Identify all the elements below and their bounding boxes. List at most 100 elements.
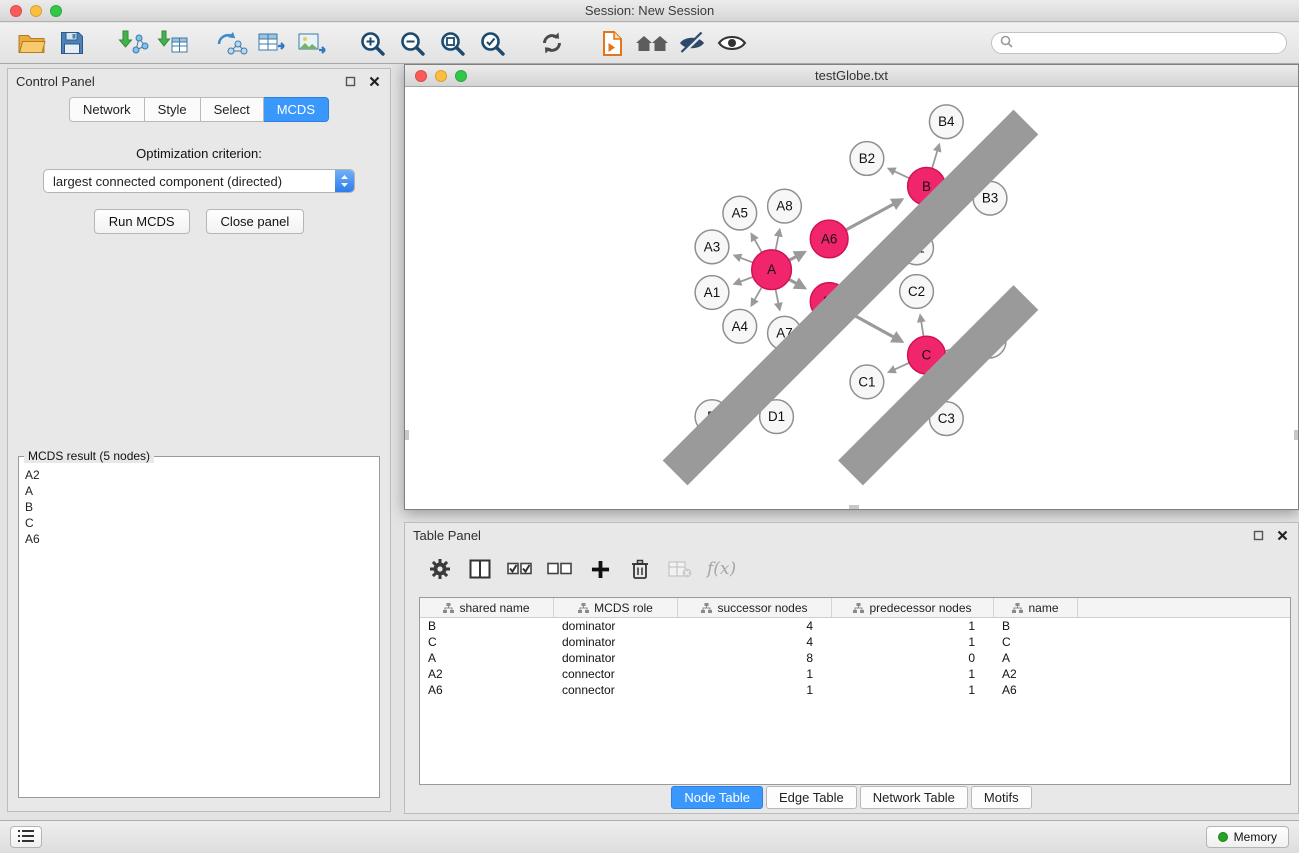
table-row[interactable]: Adominator80A [420, 650, 1290, 666]
open-session-button[interactable] [12, 26, 52, 60]
network-canvas[interactable]: AA6A2BCA5A8A3A1A4A7B2B4B3B1C2C4C1C3DD1 [405, 88, 1298, 509]
tab-select[interactable]: Select [201, 97, 264, 122]
table-cell[interactable]: B [420, 619, 554, 633]
close-panel-icon[interactable] [366, 73, 382, 89]
table-cell[interactable]: 4 [678, 619, 832, 633]
memory-button[interactable]: Memory [1206, 826, 1289, 848]
table-cell[interactable]: dominator [554, 635, 678, 649]
table-cell[interactable]: 4 [678, 635, 832, 649]
main-titlebar: Session: New Session [0, 0, 1299, 22]
import-network-from-file-button[interactable] [112, 26, 152, 60]
column-header-predecessor-nodes[interactable]: predecessor nodes [832, 598, 994, 617]
resize-grip-icon[interactable] [405, 88, 1297, 508]
close-table-panel-icon[interactable] [1274, 527, 1290, 543]
table-cell[interactable]: 1 [678, 667, 832, 681]
float-panel-icon[interactable] [342, 73, 358, 89]
task-history-button[interactable] [10, 826, 42, 848]
column-header-MCDS-role[interactable]: MCDS role [554, 598, 678, 617]
table-cell[interactable]: A [420, 651, 554, 665]
zoom-window-button[interactable] [50, 5, 62, 17]
tab-style[interactable]: Style [145, 97, 201, 122]
table-cell[interactable]: A2 [420, 667, 554, 681]
table-cell[interactable]: A6 [420, 683, 554, 697]
table-cell[interactable]: C [994, 635, 1078, 649]
zoom-selected-button[interactable] [472, 26, 512, 60]
table-cell[interactable]: A [994, 651, 1078, 665]
tab-network[interactable]: Network [69, 97, 145, 122]
table-cell[interactable]: dominator [554, 651, 678, 665]
memory-status-icon [1218, 832, 1228, 842]
criterion-dropdown[interactable]: largest connected component (directed) [43, 169, 355, 193]
table-row[interactable]: A2connector11A2 [420, 666, 1290, 682]
table-panel-title: Table Panel [413, 528, 481, 543]
settings-gear-icon[interactable] [427, 556, 453, 582]
save-session-button[interactable] [52, 26, 92, 60]
tab-motifs[interactable]: Motifs [971, 786, 1032, 809]
column-type-icon [701, 603, 712, 613]
table-cell[interactable]: 8 [678, 651, 832, 665]
show-columns-icon[interactable] [467, 556, 493, 582]
optimization-criterion-label: Optimization criterion: [8, 146, 390, 161]
zoom-in-button[interactable] [352, 26, 392, 60]
export-network-button[interactable] [212, 26, 252, 60]
mcds-result-item[interactable]: A [25, 483, 373, 499]
column-type-icon [853, 603, 864, 613]
close-window-button[interactable] [10, 5, 22, 17]
network-zoom-button[interactable] [455, 70, 467, 82]
status-bar: Memory [0, 820, 1299, 853]
search-icon [1000, 35, 1013, 51]
column-header-shared-name[interactable]: shared name [420, 598, 554, 617]
add-row-icon[interactable] [587, 556, 613, 582]
table-cell[interactable]: A6 [994, 683, 1078, 697]
zoom-fit-button[interactable] [432, 26, 472, 60]
table-row[interactable]: Cdominator41C [420, 634, 1290, 650]
select-all-icon[interactable] [507, 556, 533, 582]
graphics-document-button[interactable] [592, 26, 632, 60]
close-panel-button[interactable]: Close panel [206, 209, 305, 234]
table-cell[interactable]: B [994, 619, 1078, 633]
import-table-from-file-button[interactable] [152, 26, 192, 60]
table-cell[interactable]: dominator [554, 619, 678, 633]
zoom-out-button[interactable] [392, 26, 432, 60]
application-window: Session: New Session [0, 0, 1299, 853]
network-window-titlebar[interactable]: testGlobe.txt [405, 65, 1298, 87]
table-cell[interactable]: 1 [832, 635, 994, 649]
mcds-result-item[interactable]: C [25, 515, 373, 531]
deselect-all-icon[interactable] [547, 556, 573, 582]
run-mcds-button[interactable]: Run MCDS [94, 209, 190, 234]
home-button[interactable] [632, 26, 672, 60]
export-table-button[interactable] [252, 26, 292, 60]
table-cell[interactable]: connector [554, 667, 678, 681]
show-graphics-details-button[interactable] [712, 26, 752, 60]
float-table-panel-icon[interactable] [1250, 527, 1266, 543]
mcds-result-item[interactable]: A6 [25, 531, 373, 547]
network-window-controls [405, 70, 467, 82]
table-cell[interactable]: 1 [832, 667, 994, 681]
network-minimize-button[interactable] [435, 70, 447, 82]
table-row[interactable]: A6connector11A6 [420, 682, 1290, 698]
tab-network-table[interactable]: Network Table [860, 786, 968, 809]
column-header-successor-nodes[interactable]: successor nodes [678, 598, 832, 617]
table-tabs: Node TableEdge TableNetwork TableMotifs [405, 786, 1298, 809]
mcds-result-item[interactable]: A2 [25, 467, 373, 483]
table-cell[interactable]: connector [554, 683, 678, 697]
minimize-window-button[interactable] [30, 5, 42, 17]
table-cell[interactable]: 1 [678, 683, 832, 697]
hide-graphics-details-button[interactable] [672, 26, 712, 60]
mcds-result-item[interactable]: B [25, 499, 373, 515]
tab-edge-table[interactable]: Edge Table [766, 786, 857, 809]
table-cell[interactable]: 1 [832, 683, 994, 697]
table-row[interactable]: Bdominator41B [420, 618, 1290, 634]
table-cell[interactable]: A2 [994, 667, 1078, 681]
refresh-view-button[interactable] [532, 26, 572, 60]
tab-mcds[interactable]: MCDS [264, 97, 329, 122]
tab-node-table[interactable]: Node Table [671, 786, 763, 809]
delete-row-trash-icon[interactable] [627, 556, 653, 582]
export-image-button[interactable] [292, 26, 332, 60]
table-cell[interactable]: 1 [832, 619, 994, 633]
table-cell[interactable]: 0 [832, 651, 994, 665]
search-input[interactable] [1018, 36, 1278, 50]
table-cell[interactable]: C [420, 635, 554, 649]
column-header-name[interactable]: name [994, 598, 1078, 617]
network-close-button[interactable] [415, 70, 427, 82]
